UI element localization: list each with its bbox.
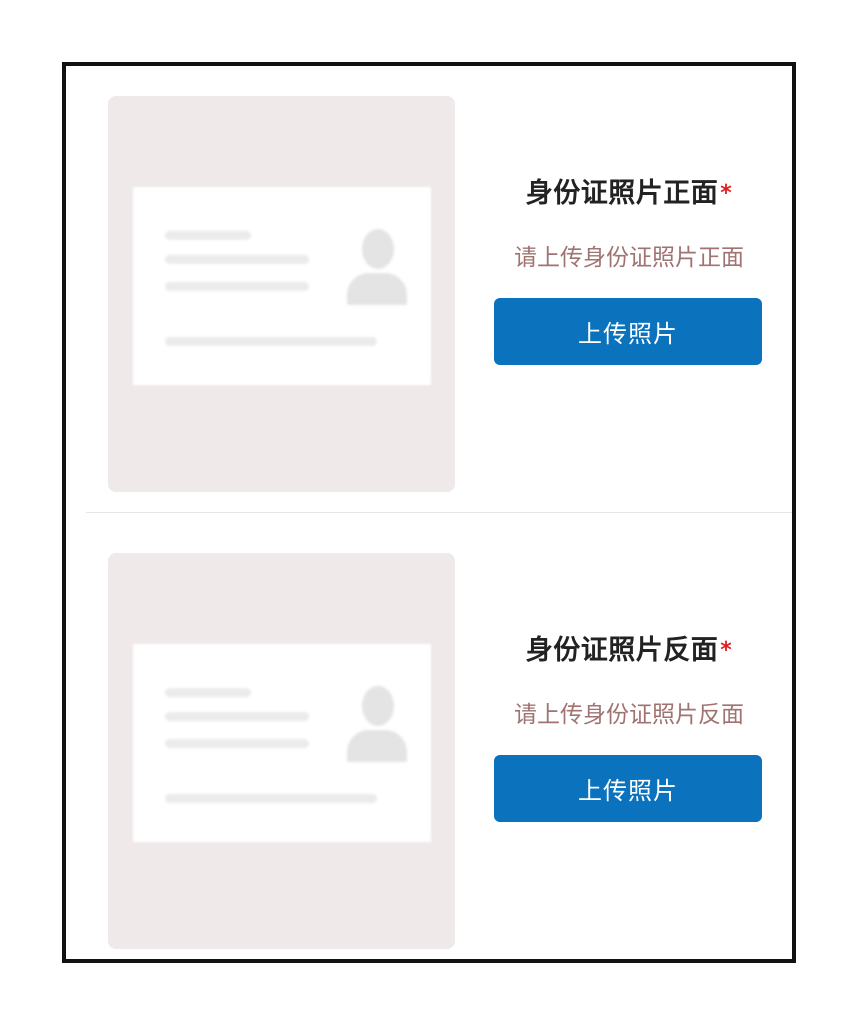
id-back-title: 身份证照片反面 [525, 635, 719, 666]
placeholder-line [165, 688, 251, 697]
person-avatar-icon [362, 229, 394, 269]
id-front-hint: 请上传身份证照片正面 [514, 245, 744, 271]
placeholder-line [165, 712, 309, 721]
person-avatar-icon [362, 686, 394, 726]
id-front-title-row: 身份证照片正面* [494, 176, 764, 212]
placeholder-line [165, 337, 377, 346]
placeholder-line [165, 739, 309, 748]
placeholder-line [165, 231, 251, 240]
id-back-section: 身份证照片反面* 请上传身份证照片反面 上传照片 [66, 513, 792, 959]
id-upload-panel: 身份证照片正面* 请上传身份证照片正面 上传照片 身份证照片反面* 请上传身份证… [62, 62, 796, 963]
required-mark: * [720, 638, 733, 663]
id-front-title: 身份证照片正面 [525, 178, 719, 209]
id-back-hint: 请上传身份证照片反面 [514, 702, 744, 728]
id-front-preview[interactable] [108, 96, 455, 492]
id-back-title-row: 身份证照片反面* [494, 633, 764, 669]
id-front-section: 身份证照片正面* 请上传身份证照片正面 上传照片 [66, 66, 792, 512]
upload-front-button[interactable]: 上传照片 [494, 298, 762, 365]
person-avatar-body [347, 273, 407, 305]
required-mark: * [720, 181, 733, 206]
placeholder-line [165, 282, 309, 291]
id-card-placeholder-icon [133, 187, 431, 385]
id-back-info: 身份证照片反面* 请上传身份证照片反面 上传照片 [494, 633, 764, 822]
person-avatar-body [347, 730, 407, 762]
id-back-preview[interactable] [108, 553, 455, 949]
placeholder-line [165, 794, 377, 803]
placeholder-line [165, 255, 309, 264]
id-card-placeholder-icon [133, 644, 431, 842]
upload-back-button[interactable]: 上传照片 [494, 755, 762, 822]
id-front-info: 身份证照片正面* 请上传身份证照片正面 上传照片 [494, 176, 764, 365]
